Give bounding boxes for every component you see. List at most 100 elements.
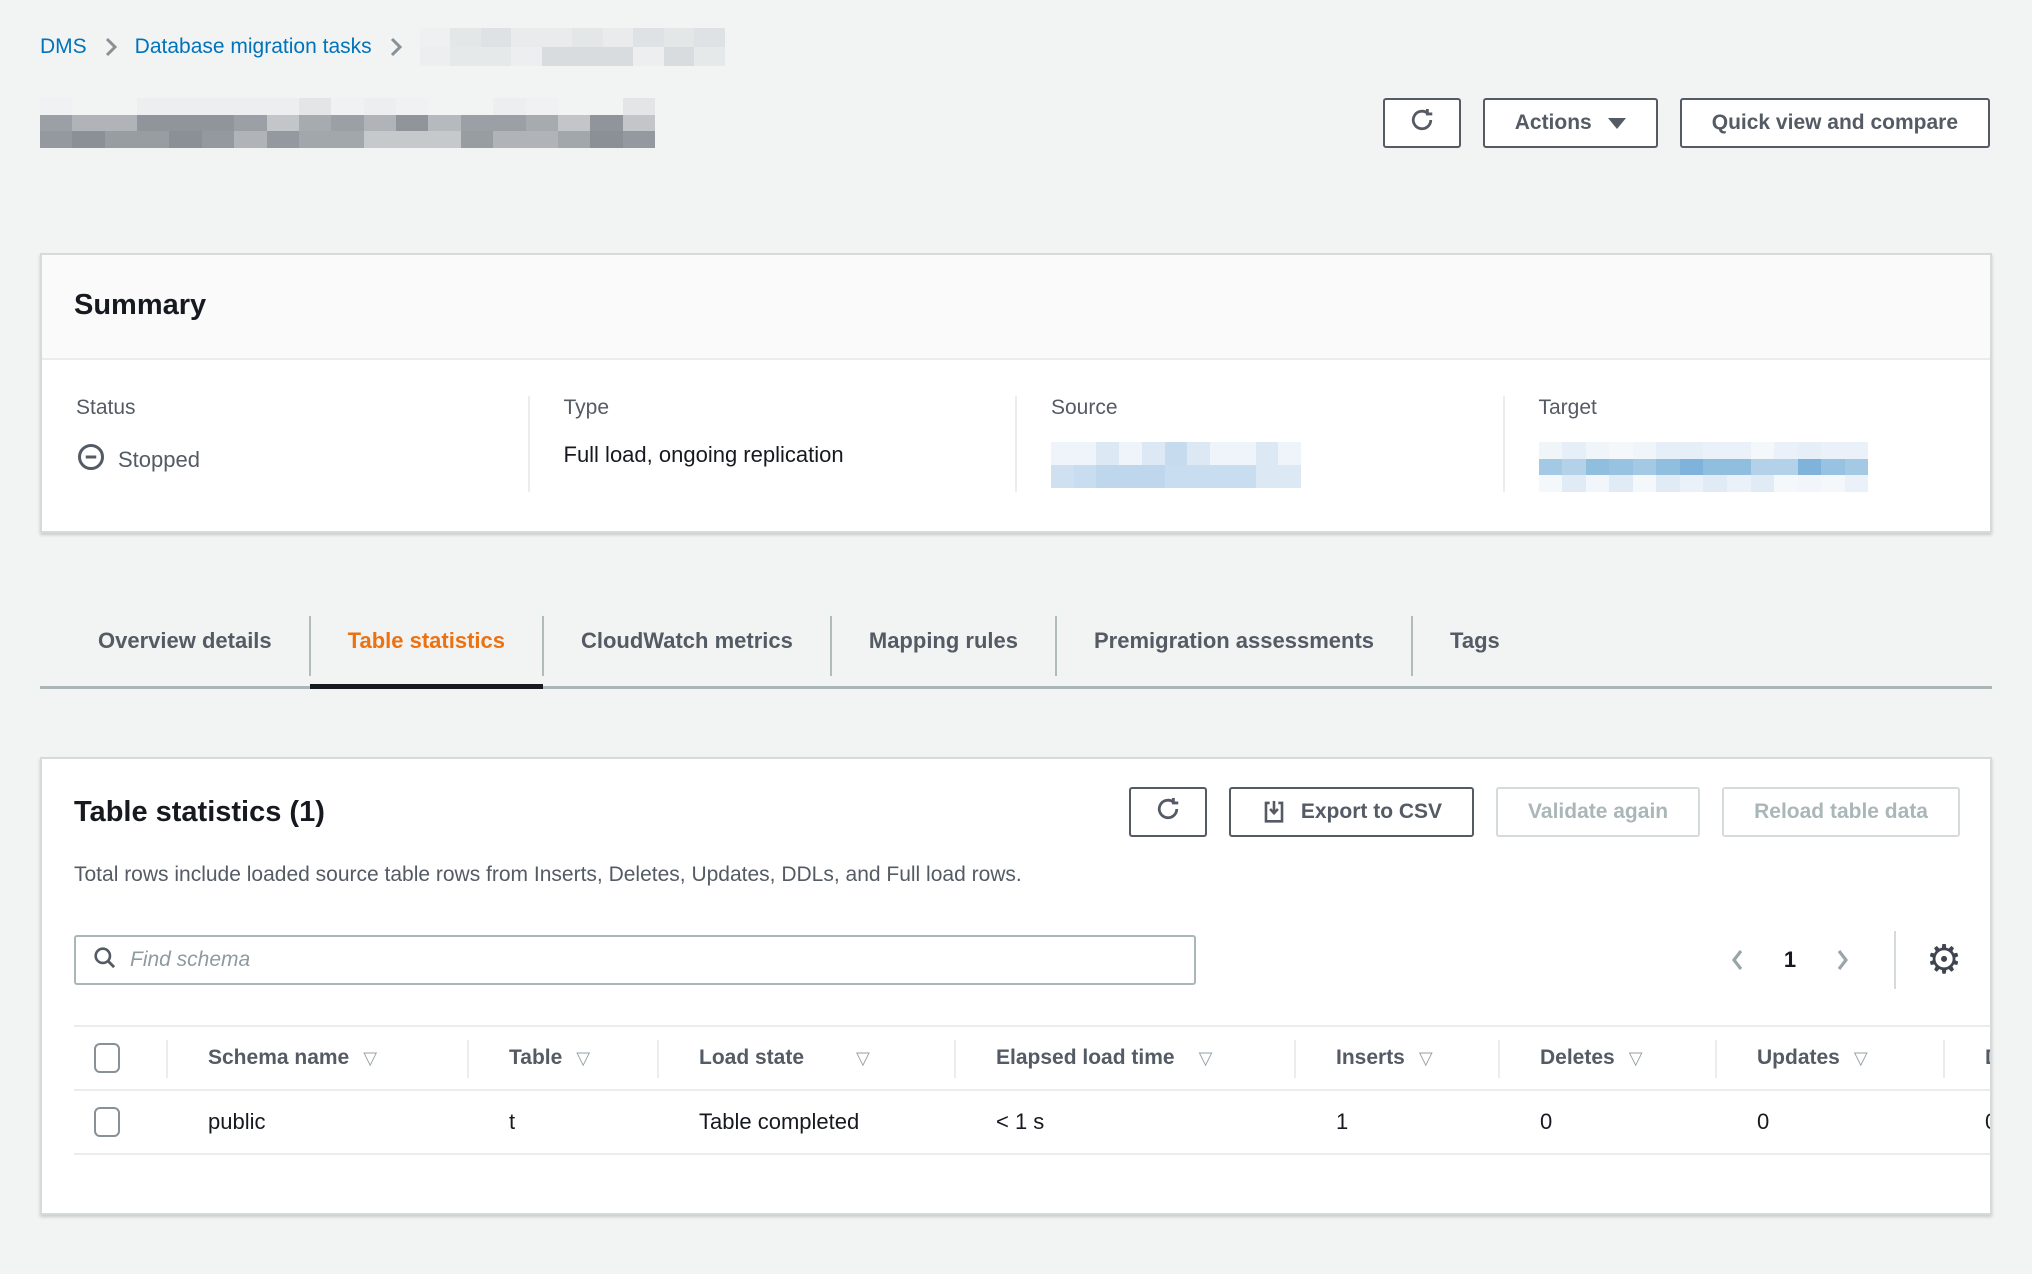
breadcrumb: DMS Database migration tasks (40, 28, 725, 66)
column-header-schema-name[interactable]: Schema name ▽ (166, 1026, 467, 1090)
redacted-page-title (40, 98, 655, 148)
column-label: Inserts (1336, 1046, 1405, 1070)
detail-tabs: Overview details Table statistics CloudW… (40, 598, 1992, 689)
validate-again-label: Validate again (1528, 800, 1668, 824)
reload-table-data-button[interactable]: Reload table data (1722, 787, 1960, 837)
status-value: Stopped (76, 442, 528, 478)
cell-elapsed-load-time: < 1 s (954, 1090, 1294, 1154)
validate-again-button[interactable]: Validate again (1496, 787, 1700, 837)
chevron-right-icon (103, 34, 119, 60)
caret-down-icon (1608, 118, 1626, 129)
table-statistics-title: Table statistics (1) (74, 796, 325, 829)
refresh-icon (1408, 106, 1436, 140)
next-page-button[interactable] (1824, 939, 1860, 981)
filter-triangle-icon[interactable]: ▽ (856, 1048, 870, 1069)
summary-card-header: Summary (42, 255, 1990, 360)
summary-title: Summary (74, 289, 1958, 322)
filter-triangle-icon[interactable]: ▽ (1419, 1048, 1433, 1069)
status-text: Stopped (118, 447, 200, 473)
summary-card: Summary Status Stopped Type Full load, o… (40, 253, 1992, 533)
column-header-updates[interactable]: Updates ▽ (1715, 1026, 1943, 1090)
actions-button-label: Actions (1515, 111, 1592, 135)
tab-mapping-rules[interactable]: Mapping rules (831, 598, 1056, 686)
type-label: Type (564, 396, 1016, 420)
export-to-csv-label: Export to CSV (1301, 800, 1442, 824)
table-action-buttons: Export to CSV Validate again Reload tabl… (1129, 787, 1960, 837)
tab-cloudwatch-metrics[interactable]: CloudWatch metrics (543, 598, 831, 686)
cell-updates: 0 (1715, 1090, 1943, 1154)
cell-table: t (467, 1090, 657, 1154)
redacted-target-endpoint (1539, 442, 1869, 492)
summary-field-type: Type Full load, ongoing replication (528, 396, 1016, 492)
actions-button[interactable]: Actions (1483, 98, 1658, 148)
filter-triangle-icon[interactable]: ▽ (1854, 1048, 1868, 1069)
column-header-load-state[interactable]: Load state ▽ (657, 1026, 954, 1090)
quick-view-label: Quick view and compare (1712, 111, 1958, 135)
column-label: Elapsed load time (996, 1046, 1175, 1070)
summary-field-source: Source (1015, 396, 1503, 492)
schema-search-box (74, 935, 1196, 985)
column-label: Deletes (1540, 1046, 1615, 1070)
column-header-ddls[interactable]: Ddls (1943, 1026, 1992, 1090)
column-label: Ddls (1985, 1046, 1992, 1070)
row-select-cell (74, 1090, 166, 1154)
table-statistics-card: Table statistics (1) Export to CSV Valid… (40, 757, 1992, 1215)
table-statistics-header: Table statistics (1) Export to CSV Valid… (42, 759, 1990, 837)
summary-body: Status Stopped Type Full load, ongoing r… (42, 360, 1990, 536)
tab-tags[interactable]: Tags (1412, 598, 1538, 686)
quick-view-and-compare-button[interactable]: Quick view and compare (1680, 98, 1990, 148)
column-label: Load state (699, 1046, 804, 1070)
redacted-task-name-breadcrumb (420, 28, 725, 66)
export-to-csv-button[interactable]: Export to CSV (1229, 787, 1474, 837)
settings-gear-icon[interactable]: ⚙ (1926, 940, 1962, 980)
filter-triangle-icon[interactable]: ▽ (363, 1048, 377, 1069)
column-header-elapsed-load-time[interactable]: Elapsed load time ▽ (954, 1026, 1294, 1090)
reload-table-data-label: Reload table data (1754, 800, 1928, 824)
column-header-inserts[interactable]: Inserts ▽ (1294, 1026, 1498, 1090)
column-label: Updates (1757, 1046, 1840, 1070)
page-number[interactable]: 1 (1784, 947, 1796, 973)
filter-triangle-icon[interactable]: ▽ (1629, 1048, 1643, 1069)
status-label: Status (76, 396, 528, 420)
column-header-table[interactable]: Table ▽ (467, 1026, 657, 1090)
tab-table-statistics[interactable]: Table statistics (310, 598, 543, 686)
find-schema-input[interactable] (130, 948, 1178, 972)
pagination: 1 ⚙ (1720, 931, 1962, 989)
table-statistics-table-wrap: Schema name ▽ Table ▽ Load state ▽ Elapsed … (42, 1025, 1992, 1155)
column-header-deletes[interactable]: Deletes ▽ (1498, 1026, 1715, 1090)
export-download-icon (1261, 799, 1287, 825)
table-row: public t Table completed < 1 s 1 0 0 0 (74, 1090, 1992, 1154)
page-header: Actions Quick view and compare (40, 98, 1990, 148)
cell-load-state: Table completed (657, 1090, 954, 1154)
page-action-buttons: Actions Quick view and compare (1383, 98, 1990, 148)
breadcrumb-link-dms[interactable]: DMS (40, 35, 87, 59)
table-controls-row: 1 ⚙ (42, 887, 1990, 989)
cell-schema-name: public (166, 1090, 467, 1154)
summary-field-target: Target (1503, 396, 1991, 492)
refresh-icon (1154, 795, 1182, 829)
filter-triangle-icon[interactable]: ▽ (576, 1048, 590, 1069)
tab-premigration-assessments[interactable]: Premigration assessments (1056, 598, 1412, 686)
select-all-header (74, 1026, 166, 1090)
select-all-checkbox[interactable] (94, 1043, 120, 1073)
table-header-row: Schema name ▽ Table ▽ Load state ▽ Elapsed … (74, 1026, 1992, 1090)
cell-deletes: 0 (1498, 1090, 1715, 1154)
breadcrumb-link-migration-tasks[interactable]: Database migration tasks (135, 35, 372, 59)
chevron-right-icon (388, 34, 404, 60)
tab-overview-details[interactable]: Overview details (60, 598, 310, 686)
stopped-status-icon (76, 442, 106, 478)
refresh-button[interactable] (1383, 98, 1461, 148)
divider (1894, 931, 1896, 989)
column-label: Table (509, 1046, 562, 1070)
column-label: Schema name (208, 1046, 349, 1070)
row-checkbox[interactable] (94, 1107, 120, 1137)
table-refresh-button[interactable] (1129, 787, 1207, 837)
table-statistics-description: Total rows include loaded source table r… (42, 837, 1990, 887)
cell-ddls: 0 (1943, 1090, 1992, 1154)
source-label: Source (1051, 396, 1503, 420)
redacted-source-endpoint (1051, 442, 1301, 488)
filter-triangle-icon[interactable]: ▽ (1199, 1048, 1213, 1069)
previous-page-button[interactable] (1720, 939, 1756, 981)
target-label: Target (1539, 396, 1991, 420)
table-statistics-table: Schema name ▽ Table ▽ Load state ▽ Elapsed … (74, 1025, 1992, 1155)
